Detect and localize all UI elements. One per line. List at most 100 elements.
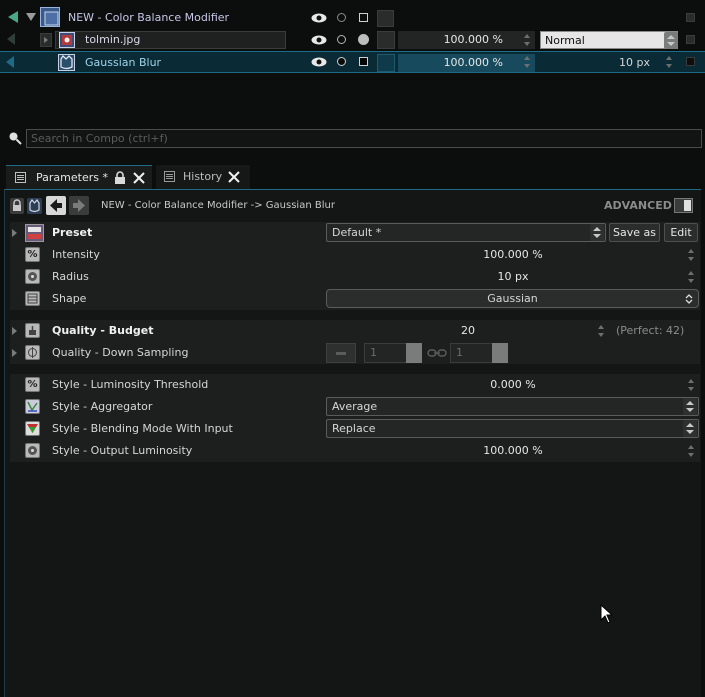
intensity-value[interactable]: 100.000 % [326, 248, 700, 261]
param-label: Quality - Down Sampling [52, 346, 189, 359]
compo-row-image[interactable]: tolmin.jpg 100.000 % Normal [0, 29, 705, 51]
param-row-intensity: % Intensity 100.000 % [10, 244, 700, 266]
select-checkbox[interactable] [686, 57, 695, 66]
opacity-field[interactable]: 100.000 % [398, 31, 535, 49]
dropdown-arrows-icon [664, 32, 678, 49]
output-lum-value[interactable]: 100.000 % [326, 444, 700, 457]
chain-link-icon[interactable] [427, 349, 447, 357]
param-label: Style - Blending Mode With Input [52, 422, 233, 435]
back-arrow-icon[interactable] [46, 196, 66, 215]
radius-spinner[interactable] [666, 56, 673, 68]
layer-name: tolmin.jpg [85, 33, 141, 46]
param-row-output-lum: Style - Output Luminosity 100.000 % [10, 440, 700, 462]
radius-value[interactable]: 10 px [326, 270, 700, 283]
blending-value: Replace [332, 422, 376, 435]
breadcrumb: NEW - Color Balance Modifier -> Gaussian… [101, 200, 335, 211]
select-checkbox[interactable] [686, 35, 695, 44]
close-icon[interactable] [228, 171, 240, 183]
mask-circle-icon[interactable] [358, 34, 369, 45]
edit-button[interactable]: Edit [664, 223, 698, 242]
param-row-quality-budget: Quality - Budget 20 (Perfect: 42) [10, 320, 700, 342]
param-row-blending: Style - Blending Mode With Input Replace [10, 418, 700, 440]
blending-dropdown[interactable]: Replace [326, 419, 699, 438]
tab-history[interactable]: History [156, 165, 250, 189]
expand-triangle-icon[interactable] [40, 33, 52, 47]
lock-icon[interactable] [114, 171, 126, 184]
perfect-hint: (Perfect: 42) [616, 324, 685, 337]
panel-icon [164, 171, 175, 182]
lock-square-icon[interactable] [359, 57, 368, 66]
budget-icon [25, 323, 40, 338]
lum-threshold-spinner[interactable] [688, 379, 695, 391]
save-as-button[interactable]: Save as [609, 223, 660, 242]
radius-spinner[interactable] [688, 271, 695, 283]
select-checkbox[interactable] [686, 13, 695, 22]
layer-name: NEW - Color Balance Modifier [68, 11, 230, 24]
solo-circle-icon[interactable] [337, 35, 346, 44]
color-swatch[interactable] [377, 54, 395, 72]
slider-handle[interactable] [406, 343, 422, 363]
solo-circle-icon[interactable] [337, 57, 346, 66]
tab-label: History [183, 170, 223, 183]
expand-triangle-icon[interactable] [12, 327, 17, 335]
param-label: Style - Luminosity Threshold [52, 378, 209, 391]
color-swatch[interactable] [377, 31, 395, 49]
blur-effect-icon[interactable] [27, 198, 42, 214]
quality-budget-value[interactable]: 20 [326, 324, 610, 337]
percent-icon: % [25, 247, 40, 262]
eye-icon[interactable] [311, 57, 327, 67]
slider-handle[interactable] [492, 343, 508, 363]
downsampling-icon [25, 345, 40, 360]
compo-tree: NEW - Color Balance Modifier tolmin.jpg … [0, 0, 705, 120]
layer-name: Gaussian Blur [85, 56, 162, 69]
compo-row-gaussian-blur[interactable]: Gaussian Blur 100.000 % 10 px [0, 51, 705, 73]
tab-parameters[interactable]: Parameters * [6, 165, 152, 189]
color-swatch[interactable] [377, 10, 394, 27]
param-row-aggregator: Style - Aggregator Average [10, 396, 700, 418]
close-icon[interactable] [133, 172, 145, 184]
solo-circle-icon[interactable] [337, 13, 346, 22]
eye-icon[interactable] [311, 35, 327, 45]
param-label: Intensity [52, 248, 100, 261]
mouse-cursor-icon [600, 604, 612, 624]
opacity-spinner[interactable] [524, 56, 531, 68]
blur-effect-icon [58, 54, 75, 71]
param-row-preset: Preset Default * Save as Edit [10, 222, 700, 244]
lock-square-icon[interactable] [359, 13, 368, 22]
quality-budget-spinner[interactable] [598, 325, 605, 337]
search-input[interactable]: Search in Compo (ctrl+f) [26, 129, 702, 148]
expand-triangle-icon[interactable] [12, 229, 17, 237]
shape-value: Gaussian [487, 292, 538, 305]
tab-label: Parameters * [36, 171, 108, 184]
radius-field[interactable]: 10 px [540, 56, 678, 69]
opacity-spinner[interactable] [524, 34, 531, 46]
eye-icon[interactable] [311, 13, 327, 23]
radius-icon [25, 443, 40, 458]
intensity-spinner[interactable] [688, 249, 695, 261]
shape-dropdown[interactable]: Gaussian [326, 289, 699, 308]
param-label: Style - Aggregator [52, 400, 153, 413]
panel-icon [15, 172, 26, 183]
param-row-shape: Shape Gaussian [10, 288, 700, 310]
modifier-icon [40, 7, 60, 27]
expand-triangle-icon[interactable] [12, 349, 17, 357]
output-lum-spinner[interactable] [688, 445, 695, 457]
aggregator-dropdown[interactable]: Average [326, 397, 699, 416]
preset-dropdown[interactable]: Default * [326, 223, 606, 242]
aggregator-icon [25, 399, 40, 414]
preset-icon [25, 224, 44, 242]
lock-icon[interactable] [10, 198, 24, 214]
compo-row-modifier[interactable]: NEW - Color Balance Modifier [0, 7, 705, 29]
dropdown-arrows-icon [683, 398, 697, 415]
blend-mode-dropdown[interactable]: Normal [540, 31, 678, 49]
opacity-field[interactable]: 100.000 % [398, 54, 535, 72]
lum-threshold-value[interactable]: 0.000 % [326, 378, 700, 391]
forward-arrow-icon[interactable] [69, 196, 89, 215]
search-icon [8, 131, 22, 145]
advanced-toggle[interactable] [674, 198, 693, 213]
dropdown-arrows-icon [683, 420, 697, 437]
dropdown-arrows-icon [590, 224, 604, 241]
blending-icon [25, 421, 40, 436]
param-row-radius: Radius 10 px [10, 266, 700, 288]
link-toggle-button[interactable] [326, 343, 356, 363]
